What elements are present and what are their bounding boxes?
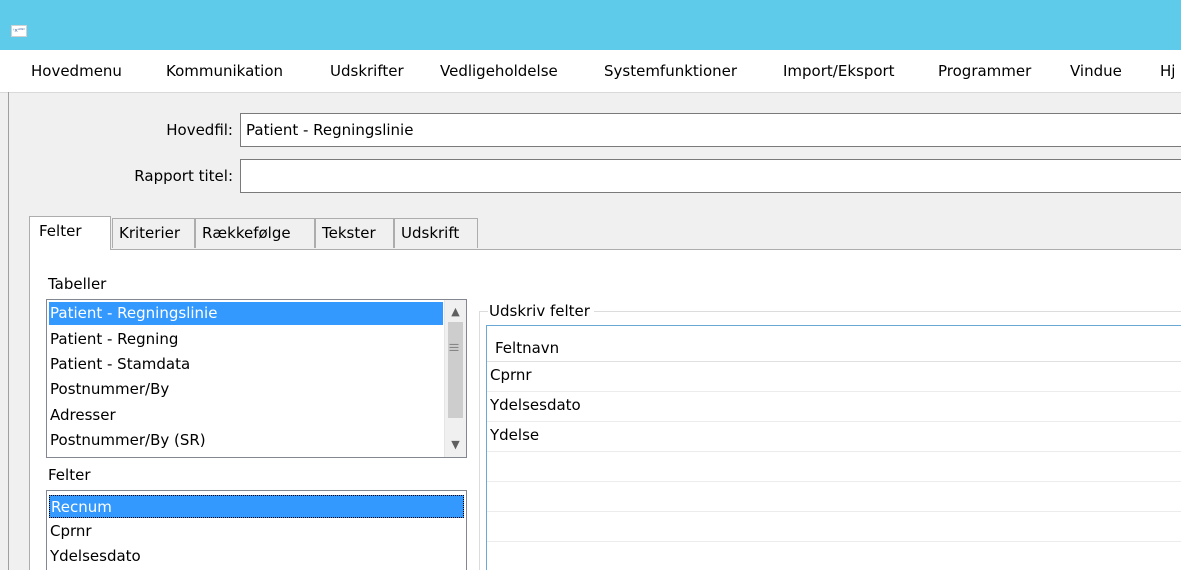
felter-listbox[interactable]: Recnum Cprnr Ydelsesdato (46, 490, 467, 570)
list-item[interactable]: Patient - Regningslinie (49, 302, 443, 325)
child-window-border (8, 92, 9, 570)
menu-vindue[interactable]: Vindue (1070, 62, 1122, 80)
list-item[interactable]: Patient - Regning (49, 328, 443, 351)
udskriv-felter-title: Udskriv felter (488, 302, 594, 320)
scroll-down-icon[interactable]: ▼ (445, 435, 466, 455)
hovedfil-field[interactable]: Patient - Regningslinie (240, 113, 1181, 147)
table-row[interactable]: Ydelsesdato (487, 392, 1181, 422)
grip-icon: — — — (449, 339, 459, 356)
table-row[interactable]: Cprnr (487, 362, 1181, 392)
menu-programmer[interactable]: Programmer (938, 62, 1031, 80)
title-bar: ꜞ×ᴬᵂᶜ (0, 0, 1181, 50)
app-logo-icon[interactable]: ꜞ×ᴬᵂᶜ (11, 25, 27, 37)
menu-hovedmenu[interactable]: Hovedmenu (31, 62, 122, 80)
table-row[interactable] (487, 512, 1181, 542)
felter-label: Felter (48, 466, 91, 484)
table-row[interactable] (487, 452, 1181, 482)
list-item[interactable]: Postnummer/By (49, 378, 443, 401)
scroll-thumb[interactable] (448, 322, 463, 418)
tab-tekster[interactable]: Tekster (315, 218, 394, 248)
table-row[interactable] (487, 482, 1181, 512)
menu-systemfunktioner[interactable]: Systemfunktioner (604, 62, 737, 80)
menu-hjaelp[interactable]: Hj (1160, 62, 1175, 80)
table-row[interactable] (487, 542, 1181, 570)
list-item[interactable]: Ydelsesdato (49, 545, 464, 568)
list-item[interactable]: Adresser (49, 404, 443, 427)
tab-raekkefoelge[interactable]: Rækkefølge (195, 218, 315, 248)
tab-felter[interactable]: Felter (29, 216, 111, 250)
menu-kommunikation[interactable]: Kommunikation (166, 62, 283, 80)
menu-vedligeholdelse[interactable]: Vedligeholdelse (440, 62, 558, 80)
list-item[interactable]: Postnummer/By (SR) (49, 429, 443, 452)
rapport-titel-field[interactable] (240, 159, 1181, 193)
list-item[interactable]: Cprnr (49, 520, 464, 543)
menu-import-eksport[interactable]: Import/Eksport (783, 62, 895, 80)
tabeller-label: Tabeller (48, 275, 107, 293)
tabeller-listbox[interactable]: Patient - Regningslinie Patient - Regnin… (46, 299, 467, 458)
list-item[interactable]: Recnum (49, 495, 464, 518)
rapport-titel-label: Rapport titel: (134, 167, 233, 185)
scroll-up-icon[interactable]: ▲ (445, 302, 466, 322)
menu-udskrifter[interactable]: Udskrifter (330, 62, 404, 80)
tabeller-scrollbar[interactable]: ▲ — — — ▼ (444, 300, 466, 457)
list-item[interactable]: Patient - Stamdata (49, 353, 443, 376)
column-header-feltnavn[interactable]: Feltnavn (487, 326, 1181, 362)
tab-kriterier[interactable]: Kriterier (112, 218, 195, 248)
tab-udskrift[interactable]: Udskrift (394, 218, 478, 248)
hovedfil-label: Hovedfil: (166, 121, 233, 139)
table-row[interactable]: Ydelse (487, 422, 1181, 452)
menu-bar: Hovedmenu Kommunikation Udskrifter Vedli… (0, 50, 1181, 92)
udskriv-felter-grid[interactable]: Feltnavn Cprnr Ydelsesdato Ydelse (486, 325, 1181, 570)
